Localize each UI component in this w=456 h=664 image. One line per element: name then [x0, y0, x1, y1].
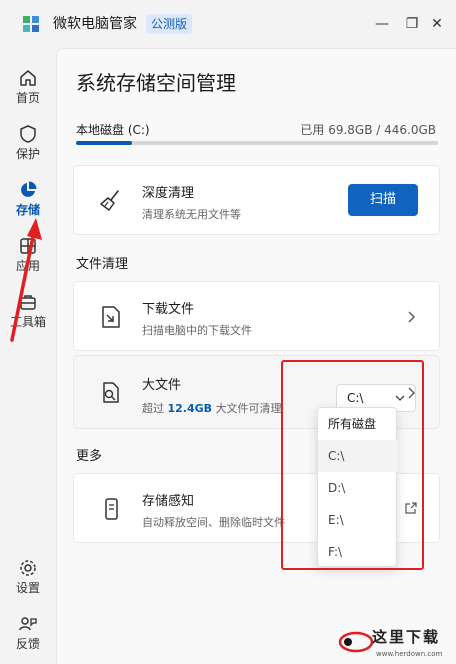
large-files-desc-prefix: 超过 — [142, 402, 164, 415]
large-files-desc: 超过 12.4GB 大文件可清理 — [142, 400, 282, 416]
large-files-title: 大文件 — [142, 378, 182, 393]
download-file-icon — [102, 306, 120, 328]
sidebar-item-label: 工具箱 — [9, 315, 46, 329]
sidebar-item-label: 应用 — [15, 259, 40, 273]
sidebar-item-label: 反馈 — [15, 637, 40, 651]
toolbox-icon — [20, 295, 36, 310]
apps-icon — [20, 238, 36, 254]
broom-icon — [100, 190, 119, 211]
sidebar-item-toolbox[interactable]: 工具箱 — [0, 286, 56, 338]
storage-sense-title: 存储感知 — [142, 494, 195, 509]
sidebar-item-home[interactable]: 首页 — [0, 62, 56, 114]
disk-name: 本地磁盘 (C:) — [76, 123, 150, 137]
shield-icon — [20, 125, 36, 143]
file-clean-section-title: 文件清理 — [76, 257, 129, 272]
sidebar-item-label: 首页 — [15, 91, 40, 105]
sidebar-item-label: 存储 — [15, 203, 40, 217]
watermark-text: 这里下载 — [372, 628, 441, 646]
more-section-title: 更多 — [76, 449, 103, 464]
title-bar: 微软电脑管家 公测版 — ❐ ✕ — [0, 0, 456, 48]
deep-clean-desc: 清理系统无用文件等 — [142, 208, 241, 221]
disk-usage-fill — [76, 141, 133, 145]
chevron-right-icon — [408, 311, 415, 323]
beta-badge: 公测版 — [146, 14, 193, 34]
app-title: 微软电脑管家 — [53, 16, 137, 32]
watermark-url: www.herdown.com — [376, 650, 443, 658]
sidebar-item-protect[interactable]: 保护 — [0, 118, 56, 170]
close-button[interactable]: ✕ — [425, 12, 449, 36]
app-logo-icon — [23, 16, 39, 32]
file-search-icon — [103, 382, 119, 403]
home-icon — [20, 70, 36, 86]
minimize-button[interactable]: — — [370, 12, 394, 36]
sidebar-item-apps[interactable]: 应用 — [0, 230, 56, 282]
annotation-highlight-box — [281, 360, 424, 570]
storage-sense-desc: 自动释放空间、删除临时文件 — [142, 516, 285, 529]
sidebar: 首页 保护 存储 应用 工具箱 设置 反馈 — [0, 48, 56, 664]
scan-button[interactable]: 扫描 — [348, 184, 418, 216]
disk-usage-bar — [76, 141, 438, 145]
large-files-size: 12.4GB — [167, 402, 213, 415]
downloads-card[interactable]: 下载文件 扫描电脑中的下载文件 — [73, 281, 440, 351]
large-files-desc-suffix: 大文件可清理 — [215, 402, 282, 415]
sidebar-item-label: 保护 — [15, 147, 40, 161]
gear-icon — [20, 560, 36, 576]
main-panel: 系统存储空间管理 本地磁盘 (C:) 已用 69.8GB / 446.0GB 深… — [56, 48, 456, 664]
pie-chart-icon — [21, 181, 37, 197]
deep-clean-title: 深度清理 — [142, 186, 195, 201]
disk-usage: 已用 69.8GB / 446.0GB — [300, 123, 436, 137]
sidebar-item-settings[interactable]: 设置 — [0, 552, 56, 604]
phone-icon — [105, 498, 118, 520]
downloads-desc: 扫描电脑中的下载文件 — [142, 324, 252, 337]
deep-clean-card: 深度清理 清理系统无用文件等 扫描 — [73, 165, 440, 235]
sidebar-item-label: 设置 — [15, 581, 40, 595]
sidebar-item-storage[interactable]: 存储 — [0, 174, 56, 226]
sidebar-item-feedback[interactable]: 反馈 — [0, 608, 56, 660]
page-title: 系统存储空间管理 — [76, 71, 236, 95]
maximize-button[interactable]: ❐ — [400, 12, 424, 36]
feedback-icon — [19, 617, 37, 631]
downloads-title: 下载文件 — [142, 302, 195, 317]
